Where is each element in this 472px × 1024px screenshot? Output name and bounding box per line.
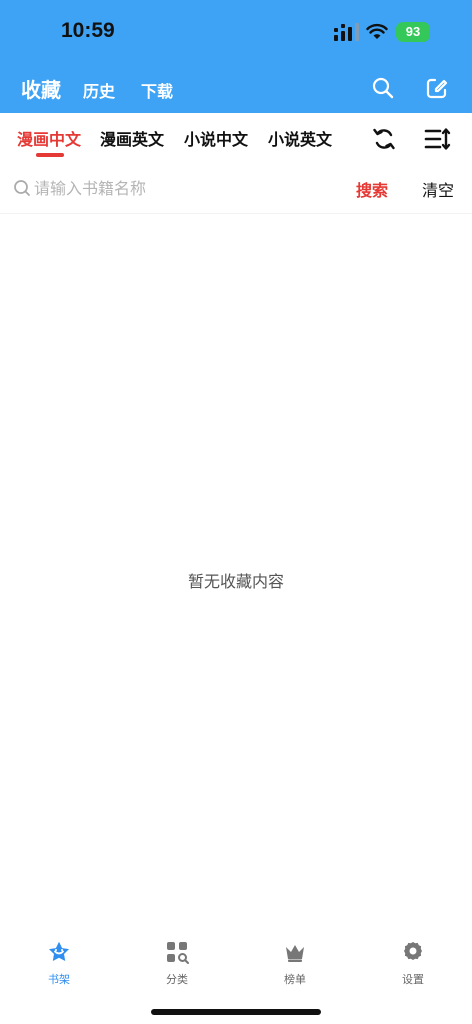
category-bar: 漫画中文 漫画英文 小说中文 小说英文 — [0, 113, 472, 164]
wifi-icon — [366, 23, 388, 39]
selected-category-indicator — [36, 153, 64, 157]
refresh-icon[interactable] — [371, 126, 397, 152]
cellular-signal-icon — [334, 23, 359, 41]
search-field-icon — [14, 180, 30, 196]
tab-settings[interactable]: 设置 — [373, 940, 453, 990]
crown-icon — [286, 945, 304, 962]
tab-category-label: 分类 — [166, 973, 188, 986]
top-header: 10:59 93 收藏 历史 下载 — [0, 0, 472, 113]
tab-ranking[interactable]: 榜单 — [255, 940, 335, 990]
tab-settings-label: 设置 — [402, 973, 424, 986]
battery-indicator: 93 — [396, 22, 430, 42]
bookshelf-icon — [49, 941, 69, 961]
battery-level: 93 — [405, 24, 421, 39]
tab-bookshelf-label: 书架 — [48, 973, 70, 986]
category-manga-english[interactable]: 漫画英文 — [100, 126, 164, 150]
tab-downloads[interactable]: 下载 — [141, 78, 173, 102]
empty-state-message: 暂无收藏内容 — [187, 572, 284, 591]
search-button[interactable]: 搜索 — [356, 177, 388, 201]
edit-icon[interactable] — [425, 76, 449, 100]
sort-icon[interactable] — [424, 126, 452, 152]
category-novel-english[interactable]: 小说英文 — [268, 126, 332, 150]
tab-category[interactable]: 分类 — [137, 940, 217, 990]
category-novel-chinese[interactable]: 小说中文 — [184, 126, 248, 150]
tab-ranking-label: 榜单 — [284, 973, 306, 986]
status-bar: 10:59 93 — [0, 0, 472, 64]
tab-history[interactable]: 历史 — [83, 78, 115, 102]
home-indicator — [151, 1009, 321, 1015]
category-icon — [167, 942, 189, 964]
bottom-navigation: 书架 分类 榜单 设置 — [0, 930, 472, 1000]
gear-icon — [404, 942, 422, 960]
search-icon[interactable] — [371, 76, 395, 100]
tab-bookshelf[interactable]: 书架 — [19, 940, 99, 990]
tab-favorites[interactable]: 收藏 — [21, 74, 61, 103]
status-time: 10:59 — [61, 19, 115, 42]
header-nav: 收藏 历史 下载 — [0, 68, 472, 108]
search-bar: 搜索 清空 — [0, 163, 472, 214]
book-search-input[interactable] — [34, 173, 334, 203]
category-manga-chinese[interactable]: 漫画中文 — [17, 126, 81, 150]
clear-button[interactable]: 清空 — [422, 177, 454, 201]
